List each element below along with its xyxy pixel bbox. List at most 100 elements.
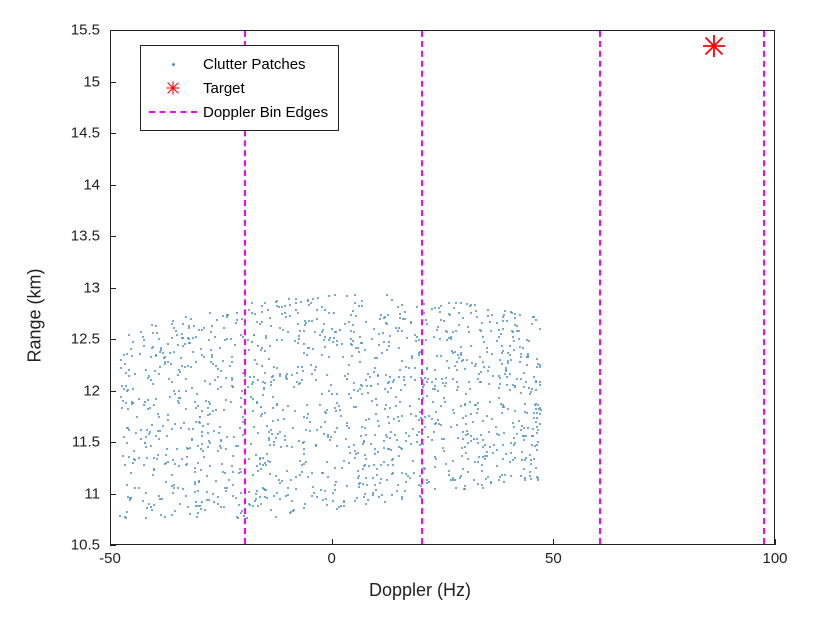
clutter-point: [147, 377, 149, 379]
clutter-point: [215, 409, 217, 411]
clutter-point: [291, 500, 293, 502]
clutter-point: [226, 436, 228, 438]
clutter-point: [242, 372, 244, 374]
clutter-point: [287, 331, 289, 333]
clutter-point: [498, 336, 500, 338]
clutter-point: [203, 327, 205, 329]
clutter-point: [131, 403, 133, 405]
clutter-point: [327, 476, 329, 478]
clutter-point: [201, 431, 203, 433]
clutter-point: [210, 349, 212, 351]
clutter-point: [439, 338, 441, 340]
clutter-point: [355, 406, 357, 408]
clutter-point: [126, 353, 128, 355]
clutter-point: [285, 316, 287, 318]
clutter-point: [191, 438, 193, 440]
clutter-point: [526, 356, 528, 358]
clutter-point: [405, 440, 407, 442]
clutter-point: [312, 486, 314, 488]
clutter-point: [405, 432, 407, 434]
clutter-point: [477, 402, 479, 404]
clutter-point: [363, 496, 365, 498]
doppler-bin-edge: [599, 31, 601, 544]
clutter-point: [424, 377, 426, 379]
clutter-point: [444, 385, 446, 387]
clutter-point: [352, 310, 354, 312]
clutter-point: [336, 393, 338, 395]
clutter-point: [291, 374, 293, 376]
clutter-point: [448, 367, 450, 369]
clutter-point: [404, 384, 406, 386]
clutter-point: [385, 434, 387, 436]
clutter-point: [147, 408, 149, 410]
clutter-point: [351, 355, 353, 357]
clutter-point: [262, 457, 264, 459]
clutter-point: [376, 357, 378, 359]
clutter-point: [216, 319, 218, 321]
clutter-point: [383, 461, 385, 463]
clutter-point: [444, 401, 446, 403]
clutter-point: [453, 307, 455, 309]
clutter-point: [174, 393, 176, 395]
clutter-point: [434, 388, 436, 390]
clutter-point: [158, 495, 160, 497]
clutter-point: [284, 305, 286, 307]
clutter-point: [379, 482, 381, 484]
clutter-point: [199, 416, 201, 418]
clutter-point: [501, 363, 503, 365]
clutter-point: [145, 369, 147, 371]
clutter-point: [425, 319, 427, 321]
clutter-point: [419, 444, 421, 446]
clutter-point: [121, 407, 123, 409]
clutter-point: [321, 354, 323, 356]
clutter-point: [159, 366, 161, 368]
clutter-point: [398, 420, 400, 422]
clutter-point: [146, 457, 148, 459]
clutter-point: [505, 370, 507, 372]
clutter-point: [249, 376, 251, 378]
clutter-point: [395, 405, 397, 407]
clutter-point: [211, 325, 213, 327]
clutter-point: [183, 422, 185, 424]
clutter-point: [459, 477, 461, 479]
clutter-point: [240, 397, 242, 399]
clutter-point: [501, 345, 503, 347]
clutter-point: [465, 423, 467, 425]
clutter-point: [242, 416, 244, 418]
clutter-point: [157, 413, 159, 415]
clutter-point: [197, 490, 199, 492]
clutter-point: [499, 359, 501, 361]
clutter-point: [514, 324, 516, 326]
clutter-point: [452, 331, 454, 333]
clutter-point: [151, 347, 153, 349]
clutter-point: [279, 498, 281, 500]
clutter-point: [420, 417, 422, 419]
clutter-point: [341, 343, 343, 345]
clutter-point: [176, 334, 178, 336]
clutter-point: [253, 376, 255, 378]
clutter-point: [185, 390, 187, 392]
clutter-point: [264, 350, 266, 352]
clutter-point: [486, 451, 488, 453]
clutter-point: [422, 386, 424, 388]
clutter-point: [504, 310, 506, 312]
clutter-point: [360, 435, 362, 437]
clutter-point: [365, 477, 367, 479]
clutter-point: [405, 366, 407, 368]
clutter-point: [533, 412, 535, 414]
clutter-point: [260, 468, 262, 470]
clutter-point: [335, 410, 337, 412]
clutter-point: [419, 411, 421, 413]
clutter-point: [153, 468, 155, 470]
clutter-point: [344, 323, 346, 325]
clutter-point: [487, 476, 489, 478]
clutter-point: [416, 336, 418, 338]
clutter-point: [292, 510, 294, 512]
clutter-point: [499, 383, 501, 385]
clutter-point: [226, 314, 228, 316]
clutter-point: [251, 383, 253, 385]
clutter-point: [275, 475, 277, 477]
clutter-point: [323, 339, 325, 341]
clutter-point: [225, 448, 227, 450]
clutter-point: [217, 503, 219, 505]
